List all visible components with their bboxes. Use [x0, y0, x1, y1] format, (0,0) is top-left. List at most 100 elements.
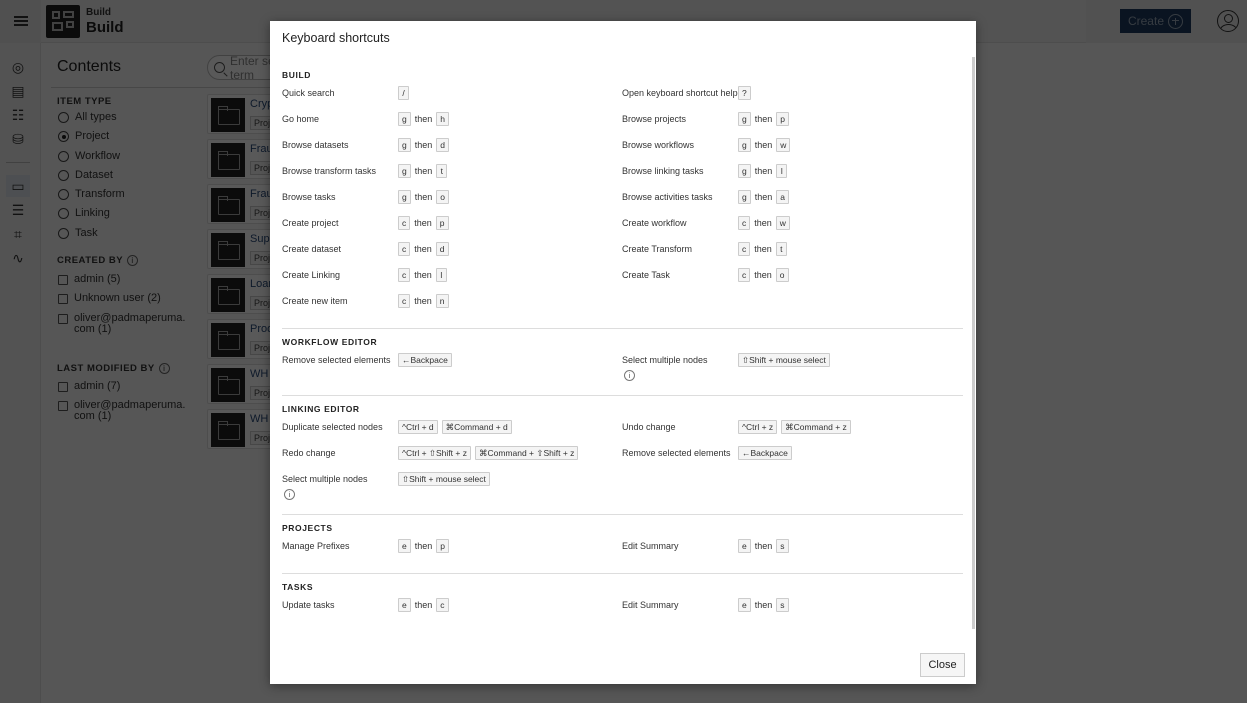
key-cap: p: [435, 216, 449, 230]
shortcut-label: Remove selected elements: [282, 355, 391, 365]
key-cap: ⇧Shift + mouse select: [398, 472, 490, 486]
shortcut-row: Browse transform tasks g then t: [282, 162, 622, 188]
key-cap: g: [398, 190, 411, 204]
key-cap: w: [776, 138, 791, 152]
then-text: then: [414, 296, 432, 306]
key-cap: c: [398, 294, 411, 308]
key-cap: g: [738, 138, 751, 152]
key-cap: s: [776, 598, 789, 612]
then-text: then: [414, 600, 433, 610]
shortcut-keys: c then p: [398, 216, 449, 230]
shortcut-row: Create Task c then o: [622, 266, 963, 292]
shortcut-label: Browse workflows: [622, 140, 695, 150]
shortcut-keys: c then t: [738, 242, 787, 256]
info-icon[interactable]: i: [284, 489, 295, 501]
shortcut-section: TASKS Update tasks e then c Edit Summary e then…: [282, 574, 963, 632]
key-cap: ←Backpace: [738, 446, 792, 460]
shortcut-section: BUILD Quick search / Open keyboard shortcut…: [282, 61, 963, 329]
shortcut-label: Go home: [282, 114, 320, 124]
shortcut-row: Duplicate selected nodes ^Ctrl + d ⌘Comman…: [282, 418, 622, 444]
shortcut-row: Quick search /: [282, 84, 622, 110]
key-cap: ←Backpace: [398, 353, 452, 367]
shortcut-row: Edit Summary e then s: [622, 596, 963, 622]
shortcut-label: Create dataset: [282, 244, 342, 254]
shortcut-keys: ⇧Shift + mouse select: [398, 472, 490, 486]
shortcut-label: Browse tasks: [282, 192, 336, 202]
key-cap: e: [738, 598, 751, 612]
shortcut-row: Create Linking c then l: [282, 266, 622, 292]
key-cap: a: [776, 190, 789, 204]
shortcut-row: Remove selected elements ←Backpace: [282, 351, 622, 385]
shortcut-label: Create Task: [622, 270, 670, 280]
shortcut-keys: g then p: [738, 112, 789, 126]
key-cap: l: [435, 268, 447, 282]
then-text: then: [414, 140, 433, 150]
keyboard-shortcuts-dialog: Keyboard shortcuts BUILD Quick search / Ope…: [270, 21, 976, 684]
shortcut-keys: ⇧Shift + mouse select: [738, 353, 830, 367]
shortcut-keys: c then l: [398, 268, 447, 282]
then-text: then: [754, 218, 772, 228]
key-cap: e: [398, 598, 411, 612]
key-cap: ?: [738, 86, 751, 100]
shortcut-row: Browse tasks g then o: [282, 188, 622, 214]
key-cap: ^Ctrl + ⇧Shift + z: [398, 446, 471, 460]
shortcut-label: Create new item: [282, 296, 348, 306]
shortcut-keys: g then w: [738, 138, 791, 152]
then-text: then: [754, 192, 773, 202]
shortcut-section: PROJECTS Manage Prefixes e then p Edit Summar…: [282, 515, 963, 574]
shortcut-keys: c then d: [398, 242, 449, 256]
shortcut-label: Browse linking tasks: [622, 166, 704, 176]
then-text: then: [754, 270, 772, 280]
key-cap: s: [776, 539, 789, 553]
shortcut-row: Go home g then h: [282, 110, 622, 136]
shortcut-row: Create new item c then n: [282, 292, 622, 318]
shortcut-row: Browse linking tasks g then l: [622, 162, 963, 188]
shortcut-row: Open keyboard shortcut help?: [622, 84, 963, 110]
shortcut-row: Select multiple nodes i ⇧Shift + mouse sel…: [282, 470, 622, 504]
shortcut-row: Update tasks e then c: [282, 596, 622, 622]
key-cap: w: [775, 216, 790, 230]
key-cap: c: [436, 598, 449, 612]
key-cap: g: [738, 190, 751, 204]
dialog-scrollbar[interactable]: [972, 57, 975, 629]
shortcut-label: Browse datasets: [282, 140, 349, 150]
then-text: then: [754, 140, 773, 150]
shortcut-keys: ^Ctrl + d ⌘Command + d: [398, 420, 512, 434]
shortcut-section: LINKING EDITOR Duplicate selected nodes ^C…: [282, 396, 963, 515]
shortcut-row: Create dataset c then d: [282, 240, 622, 266]
shortcut-row: Create workflow c then w: [622, 214, 963, 240]
key-cap: p: [436, 539, 449, 553]
section-heading: TASKS: [282, 582, 314, 592]
then-text: then: [414, 114, 433, 124]
shortcut-keys: g then t: [398, 164, 448, 178]
shortcut-keys: e then c: [398, 598, 449, 612]
shortcut-label: Redo change: [282, 448, 336, 458]
shortcut-row: Edit Summary e then s: [622, 537, 963, 563]
shortcut-keys: ?: [738, 86, 751, 100]
shortcut-keys: ←Backpace: [738, 446, 792, 460]
shortcut-row: Manage Prefixes e then p: [282, 537, 622, 563]
then-text: then: [414, 244, 432, 254]
key-cap: o: [436, 190, 449, 204]
shortcut-label: Open keyboard shortcut help: [622, 88, 738, 98]
shortcut-keys: /: [398, 86, 409, 100]
close-button[interactable]: Close: [920, 653, 965, 677]
shortcut-label: Select multiple nodes i: [622, 355, 708, 382]
key-cap: c: [398, 216, 411, 230]
key-cap: ⌘Command + d: [441, 420, 512, 434]
then-text: then: [414, 192, 433, 202]
then-text: then: [414, 270, 432, 280]
dialog-title: Keyboard shortcuts: [282, 31, 390, 45]
shortcut-keys: g then o: [398, 190, 449, 204]
shortcut-label: Manage Prefixes: [282, 541, 350, 551]
then-text: then: [414, 218, 432, 228]
key-cap: c: [398, 268, 411, 282]
shortcut-label: Edit Summary: [622, 541, 679, 551]
info-icon[interactable]: i: [624, 370, 635, 382]
key-cap: p: [776, 112, 789, 126]
shortcut-row: Browse datasets g then d: [282, 136, 622, 162]
shortcut-label: Create Transform: [622, 244, 693, 254]
key-cap: ^Ctrl + z: [738, 420, 778, 434]
then-text: then: [754, 166, 773, 176]
shortcut-keys: c then w: [738, 216, 790, 230]
